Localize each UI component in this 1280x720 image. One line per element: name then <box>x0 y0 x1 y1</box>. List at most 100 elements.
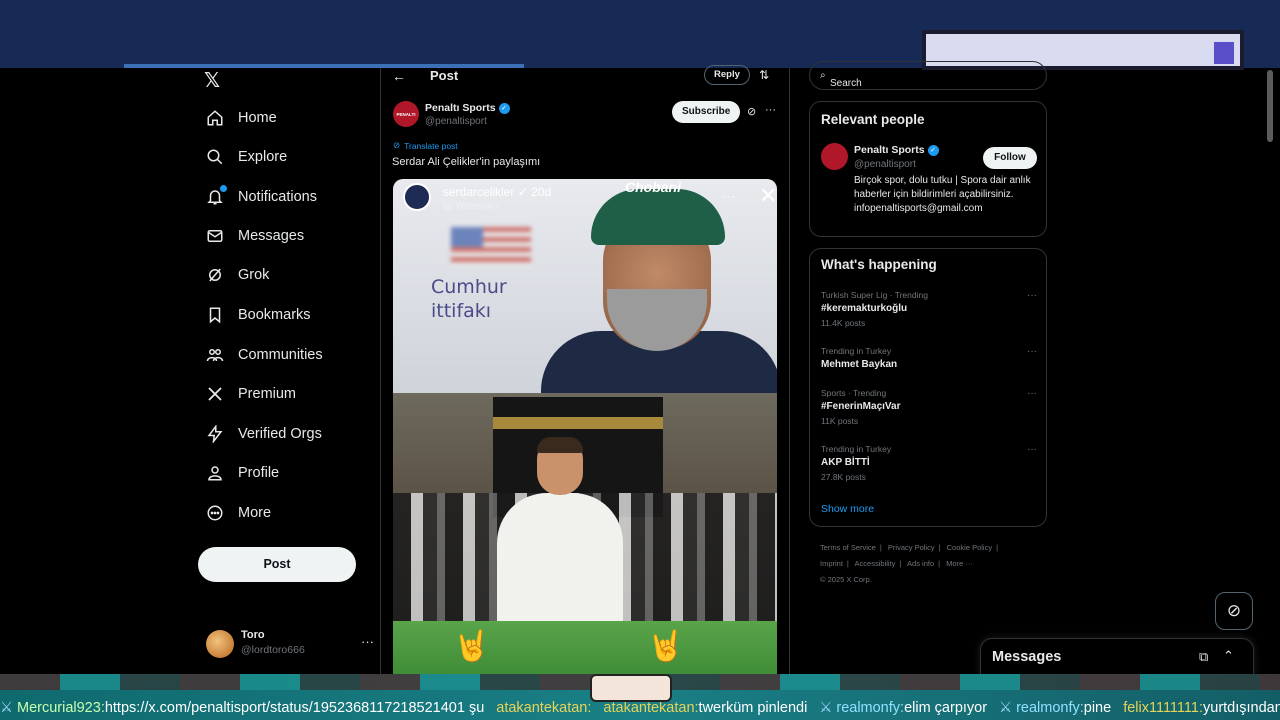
more-icon[interactable]: ··· <box>1027 290 1037 301</box>
sidebar-item-grok[interactable]: Grok <box>206 260 269 290</box>
more-icon[interactable]: ··· <box>1027 444 1037 455</box>
scrollbar-thumb[interactable] <box>1267 70 1273 142</box>
verified-badge-icon: ✓ <box>517 185 528 199</box>
messages-drawer-title: Messages <box>992 649 1062 665</box>
author-name[interactable]: Penaltı Sports ✓ <box>425 102 510 114</box>
author-handle[interactable]: @penaltisport <box>425 116 487 127</box>
hand-gesture-icon: 🤘 <box>453 630 491 663</box>
trend-item[interactable]: Trending in Turkey Mehmet Baykan ··· <box>821 346 1039 370</box>
footer-link[interactable]: Privacy Policy <box>888 543 935 552</box>
person-in-ihram-image <box>497 437 623 623</box>
flag-image <box>451 227 531 267</box>
trend-meta: Trending in Turkey <box>821 346 892 356</box>
sidebar-item-label: Verified Orgs <box>238 426 322 442</box>
footer-separator: | <box>846 559 849 568</box>
sidebar-item-more[interactable]: More <box>206 498 271 528</box>
overlay-line-2: ittifakı <box>431 300 492 322</box>
bookmark-icon <box>206 306 224 324</box>
relevant-people-card: Relevant people Penaltı Sports ✓ @penalt… <box>809 101 1047 237</box>
copyright: © 2025 X Corp. <box>820 575 872 584</box>
trend-item[interactable]: Sports · Trending #FenerinMaçıVar 11K po… <box>821 388 1039 426</box>
sword-icon: ⚔ <box>819 700 833 716</box>
sidebar-item-communities[interactable]: Communities <box>206 340 323 370</box>
sidebar-item-profile[interactable]: Profile <box>206 458 279 488</box>
trend-name: #FenerinMaçıVar <box>821 401 901 412</box>
compose-message-icon[interactable]: ⧉ <box>1199 649 1208 665</box>
x-logo-icon[interactable]: 𝕏 <box>204 68 220 93</box>
grok-icon <box>206 266 224 284</box>
sidebar-item-messages[interactable]: Messages <box>206 221 304 251</box>
more-icon[interactable]: ··· <box>765 104 776 116</box>
notification-dot <box>219 184 228 193</box>
verified-badge-icon: ✓ <box>927 144 939 156</box>
follow-button[interactable]: Follow <box>983 147 1037 169</box>
subscribe-button[interactable]: Subscribe <box>672 101 741 123</box>
more-icon[interactable]: ··· <box>361 634 374 649</box>
verified-badge-icon: ✓ <box>498 102 510 114</box>
close-icon: ✕ <box>759 183 777 208</box>
more-icon: ··· <box>723 189 735 203</box>
footer-link[interactable]: Ads info <box>907 559 934 568</box>
portrait-image <box>541 189 777 401</box>
person-name[interactable]: Penaltı Sports ✓ <box>854 144 939 156</box>
footer-link[interactable]: Accessibility <box>855 559 896 568</box>
ig-location: ▤ Yerleşim › <box>443 201 500 212</box>
trend-meta: Turkish Super Lig · Trending <box>821 290 928 300</box>
grok-icon: ⊘ <box>1226 601 1242 620</box>
expand-up-icon[interactable]: ⌃ <box>1223 648 1234 664</box>
media-panel-hands: 🤘 🤘 <box>393 621 777 674</box>
footer-link[interactable]: Terms of Service <box>820 543 876 552</box>
sidebar-item-notifications[interactable]: Notifications <box>206 182 317 212</box>
trend-name: Mehmet Baykan <box>821 359 898 370</box>
footer-link[interactable]: Cookie Policy <box>947 543 992 552</box>
hand-gesture-icon: 🤘 <box>647 630 685 663</box>
post-media[interactable]: Cumhur ittifakı Chobani serdarcelikler ✓… <box>393 179 777 674</box>
more-icon[interactable]: ··· <box>1027 346 1037 357</box>
person-handle[interactable]: @penaltisport <box>854 159 916 170</box>
grok-floating-button[interactable]: ⊘ <box>1215 592 1253 630</box>
search-placeholder-text: Search <box>830 78 862 89</box>
author-avatar[interactable]: PENALTI <box>393 101 419 127</box>
messages-drawer[interactable]: Messages ⧉ ⌃ <box>980 638 1254 678</box>
more-icon[interactable]: ··· <box>1027 388 1037 399</box>
trend-item[interactable]: Trending in Turkey AKP BİTTİ 27.8K posts… <box>821 444 1039 482</box>
footer-links: Terms of Service | Privacy Policy | Cookie… <box>820 540 1040 588</box>
trend-name: #keremakturkoğlu <box>821 303 908 314</box>
chat-message: https://x.com/penaltisport/status/195236… <box>104 700 485 716</box>
relevant-people-title: Relevant people <box>821 112 925 127</box>
footer-link[interactable]: Imprint <box>820 559 843 568</box>
trend-count: 27.8K posts <box>821 472 866 482</box>
sliders-icon[interactable]: ⇅ <box>759 68 769 82</box>
sidebar-item-bookmarks[interactable]: Bookmarks <box>206 300 311 330</box>
scrollbar[interactable] <box>1266 68 1274 674</box>
footer-separator: | <box>938 559 941 568</box>
sidebar-item-home[interactable]: Home <box>206 103 277 133</box>
chat-message: elim çarpıyor <box>904 700 988 716</box>
translate-post-link[interactable]: ⊘ Translate post <box>393 140 458 151</box>
chat-message: yurtdışından dönünce <box>1203 700 1280 716</box>
footer-link[interactable]: More ··· <box>946 559 973 568</box>
ig-username: serdarcelikler ✓ 20d <box>443 185 551 199</box>
left-sidebar: 𝕏 Home Explore Notifications Messages Gr… <box>190 68 380 674</box>
overlay-text: Cumhur ittifakı <box>431 275 507 323</box>
ig-time: 20d <box>531 185 552 199</box>
media-panel-kaaba <box>393 393 777 623</box>
show-more-link[interactable]: Show more <box>821 503 874 515</box>
avatar[interactable] <box>821 143 848 170</box>
back-arrow-icon[interactable]: ← <box>392 68 406 84</box>
post-header: ← Post Reply ⇅ <box>381 65 789 85</box>
trend-item[interactable]: Turkish Super Lig · Trending #keremaktur… <box>821 290 1039 328</box>
sidebar-item-verified-orgs[interactable]: Verified Orgs <box>206 419 322 449</box>
search-input[interactable]: ⌕ Search <box>809 61 1047 90</box>
account-switcher[interactable]: Toro @lordtoro666 ··· <box>206 626 376 666</box>
reply-button[interactable]: Reply <box>704 65 750 85</box>
sidebar-item-premium[interactable]: Premium <box>206 379 296 409</box>
footer-separator: | <box>879 543 882 552</box>
robe-shape <box>497 493 623 623</box>
grok-icon[interactable]: ⊘ <box>747 105 756 118</box>
sidebar-item-explore[interactable]: Explore <box>206 142 287 172</box>
sword-icon: ⚔ <box>999 700 1013 716</box>
ig-location-text: Yerleşim <box>455 201 494 212</box>
trend-count: 11K posts <box>821 416 859 426</box>
post-button[interactable]: Post <box>198 547 356 582</box>
